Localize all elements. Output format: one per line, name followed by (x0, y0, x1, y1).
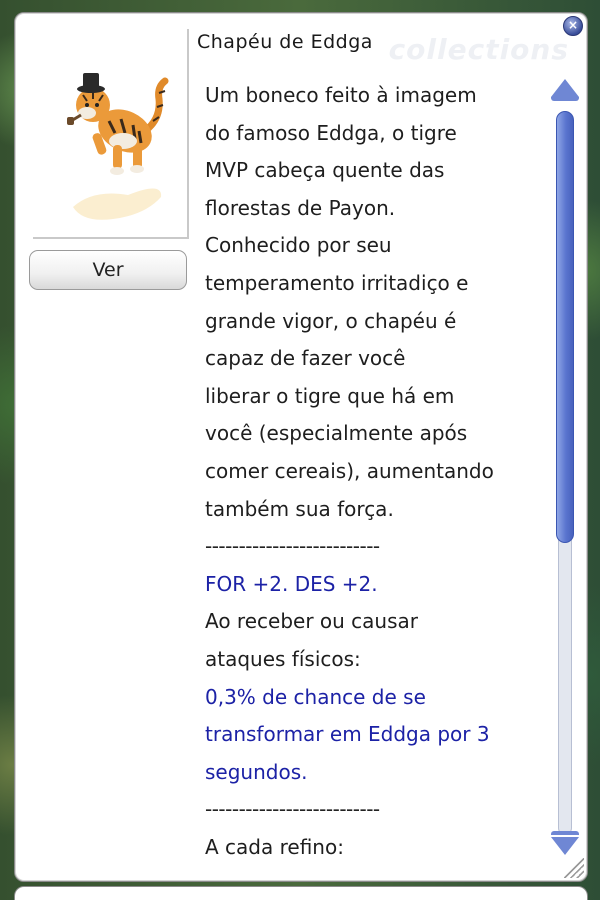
description-line: grande vigor, o chapéu é (205, 308, 457, 333)
description-line: A cada refino: (205, 834, 344, 859)
description-line: florestas de Payon. (205, 195, 396, 220)
description-line: Um boneco feito à imagem (205, 83, 477, 107)
description-line: também sua força. (205, 496, 394, 521)
description-line: liberar o tigre que há em (205, 383, 455, 408)
description-line: temperamento irritadiço e (205, 270, 469, 295)
item-shadow (73, 188, 162, 220)
description-line: ataques físicos: (205, 646, 361, 671)
description-line: você (especialmente após (205, 421, 468, 446)
description-line: Conhecido por seu (205, 233, 392, 258)
description-line: segundos. (205, 759, 308, 784)
description-scrollbar[interactable] (547, 75, 583, 863)
item-description: Um boneco feito à imagem do famoso Eddga,… (205, 77, 555, 866)
description-line: capaz de fazer você (205, 346, 406, 371)
description-line: do famoso Eddga, o tigre (205, 120, 457, 145)
description-line: transformar em Eddga por 3 (205, 722, 490, 747)
description-line: comer cereais), aumentando (205, 458, 494, 483)
description-line: Ao receber ou causar (205, 609, 418, 634)
description-line: FOR +2. DES +2. (205, 571, 378, 596)
item-image-frame (33, 29, 189, 239)
close-button[interactable]: × (563, 16, 583, 36)
description-line: 0,3% de chance de se (205, 684, 426, 709)
next-window-edge (14, 886, 588, 900)
resize-grip-icon[interactable] (564, 858, 584, 878)
top-hat-crown (83, 73, 99, 89)
view-button[interactable]: Ver (29, 250, 187, 290)
tiger-hat-icon (67, 73, 169, 220)
collections-watermark: collections (388, 33, 569, 66)
item-info-window: collections × Chapéu de Eddga Ver Um bon… (14, 12, 588, 882)
close-icon: × (567, 18, 579, 32)
scrollbar-thumb[interactable] (556, 111, 574, 543)
description-line: MVP cabeça quente das (205, 158, 445, 183)
description-separator: -------------------------- (205, 797, 380, 822)
description-separator: -------------------------- (205, 534, 380, 559)
scroll-up-arrow-icon[interactable] (551, 79, 579, 101)
item-title: Chapéu de Eddga (197, 31, 373, 53)
scroll-down-arrow-icon[interactable] (551, 831, 579, 855)
